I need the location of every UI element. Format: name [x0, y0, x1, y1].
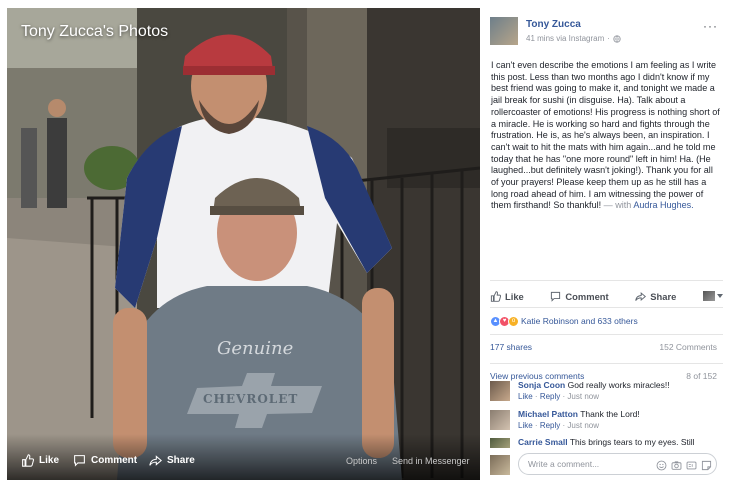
- divider: [490, 307, 723, 308]
- comment-author[interactable]: Carrie Small: [518, 437, 568, 447]
- send-in-messenger-link[interactable]: Send in Messenger: [392, 456, 470, 466]
- meta-separator: ·: [607, 34, 610, 43]
- comment-composer: Write a comment...: [490, 453, 720, 477]
- shirt-text-chevrolet: CHEVROLET: [203, 392, 299, 406]
- tagged-person-link[interactable]: Audra Hughes.: [633, 200, 693, 210]
- divider: [490, 363, 723, 364]
- comment-label: Comment: [565, 290, 609, 302]
- post-body: I can't even describe the emotions I am …: [491, 60, 721, 212]
- shares-count[interactable]: 177 shares: [490, 342, 532, 354]
- comment-text: This brings tears to my eyes. Still: [569, 437, 695, 447]
- thumbs-up-icon: [490, 290, 501, 302]
- comments-count[interactable]: 152 Comments: [659, 342, 717, 354]
- comment-content: Sonja Coon God really works miracles!!: [518, 380, 670, 390]
- comment-button[interactable]: Comment: [550, 290, 609, 302]
- emoji-icon[interactable]: [656, 458, 667, 471]
- author-name[interactable]: Tony Zucca: [526, 19, 581, 30]
- comment-content: Michael Patton Thank the Lord!: [518, 409, 640, 419]
- photo-pane[interactable]: Tony Zucca's Photos Genuine CHEVROLET Li…: [7, 8, 480, 480]
- facebook-photo-viewer: Tony Zucca's Photos Genuine CHEVROLET Li…: [0, 0, 738, 490]
- post-action-bar: Like Comment Share: [490, 287, 723, 305]
- page-avatar-icon: [702, 291, 715, 301]
- comment-reply-link[interactable]: Reply: [540, 421, 560, 430]
- meta-separator: ·: [534, 421, 538, 430]
- share-arrow-icon: [149, 455, 162, 466]
- engagement-counts: 177 shares 152 Comments: [490, 342, 717, 354]
- comment-bubble-icon: [74, 455, 85, 467]
- reaction-icons: ▲ ♥ o: [490, 315, 519, 327]
- comment-like-link[interactable]: Like: [518, 392, 533, 401]
- post-text: I can't even describe the emotions I am …: [491, 60, 720, 211]
- comment-text: God really works miracles!!: [567, 380, 670, 390]
- photo-comment-button[interactable]: Comment: [73, 454, 137, 467]
- commenter-avatar[interactable]: [490, 410, 510, 430]
- photo-comment-label: Comment: [91, 455, 138, 466]
- share-label: Share: [650, 290, 677, 302]
- divider: [490, 280, 723, 281]
- post-side-panel: Tony Zucca 41 mins via Instagram · ··· I…: [482, 8, 729, 480]
- photo-like-label: Like: [39, 455, 60, 466]
- photo-options-link[interactable]: Options: [346, 456, 377, 466]
- comment-author[interactable]: Sonja Coon: [518, 380, 565, 390]
- comment-content: Carrie Small This brings tears to my eye…: [518, 437, 695, 447]
- commenter-avatar[interactable]: [490, 438, 510, 448]
- post-meta: 41 mins via Instagram ·: [526, 34, 621, 43]
- gif-icon[interactable]: [686, 458, 697, 470]
- comment-meta: Like · Reply · Just now: [518, 421, 599, 430]
- share-button[interactable]: Share: [635, 291, 676, 302]
- comment-reply-link[interactable]: Reply: [540, 392, 560, 401]
- post-as-selector[interactable]: [702, 291, 723, 301]
- divider: [490, 334, 723, 335]
- post-header: Tony Zucca 41 mins via Instagram · ···: [490, 17, 722, 51]
- photo-share-label: Share: [167, 455, 195, 466]
- wow-reaction-icon: o: [508, 315, 519, 327]
- comment-item: Sonja Coon God really works miracles!! L…: [490, 380, 720, 406]
- comment-item: Carrie Small This brings tears to my eye…: [490, 437, 720, 451]
- viewer-avatar: [490, 455, 510, 475]
- comment-time[interactable]: Just now: [567, 392, 599, 401]
- sticker-icon[interactable]: [701, 458, 712, 471]
- reactions-summary[interactable]: ▲ ♥ o Katie Robinson and 633 others: [490, 314, 638, 328]
- commenter-avatar[interactable]: [490, 381, 510, 401]
- comment-bubble-icon: [551, 291, 561, 302]
- meta-separator: ·: [534, 392, 538, 401]
- meta-separator: ·: [562, 392, 566, 401]
- photo-action-bar: Like Comment Share Options Send in Messe…: [7, 434, 480, 480]
- comment-time[interactable]: Just now: [567, 421, 599, 430]
- post-timestamp[interactable]: 41 mins via Instagram: [526, 34, 604, 43]
- share-arrow-icon: [635, 291, 647, 301]
- with-label: — with: [603, 200, 632, 211]
- comment-meta: Like · Reply · Just now: [518, 392, 599, 401]
- comment-like-link[interactable]: Like: [518, 421, 533, 430]
- album-title[interactable]: Tony Zucca's Photos: [21, 23, 168, 41]
- like-button[interactable]: Like: [490, 291, 524, 302]
- reactions-text: Katie Robinson and 633 others: [521, 316, 638, 326]
- comment-text: Thank the Lord!: [580, 409, 640, 419]
- author-avatar[interactable]: [490, 17, 518, 45]
- composer-tools: [656, 458, 712, 471]
- photo-share-button[interactable]: Share: [149, 454, 195, 467]
- shirt-text-genuine: Genuine: [217, 338, 294, 359]
- camera-icon[interactable]: [671, 458, 682, 470]
- photo-image: [7, 8, 480, 480]
- comment-item: Michael Patton Thank the Lord! Like · Re…: [490, 409, 720, 435]
- comment-author[interactable]: Michael Patton: [518, 409, 578, 419]
- chevron-down-icon: [716, 294, 723, 298]
- meta-separator: ·: [562, 421, 566, 430]
- like-label: Like: [505, 290, 524, 302]
- photo-like-button[interactable]: Like: [21, 454, 59, 467]
- thumbs-up-icon: [22, 454, 34, 467]
- post-options-button[interactable]: ···: [703, 19, 718, 33]
- globe-icon: [613, 34, 621, 43]
